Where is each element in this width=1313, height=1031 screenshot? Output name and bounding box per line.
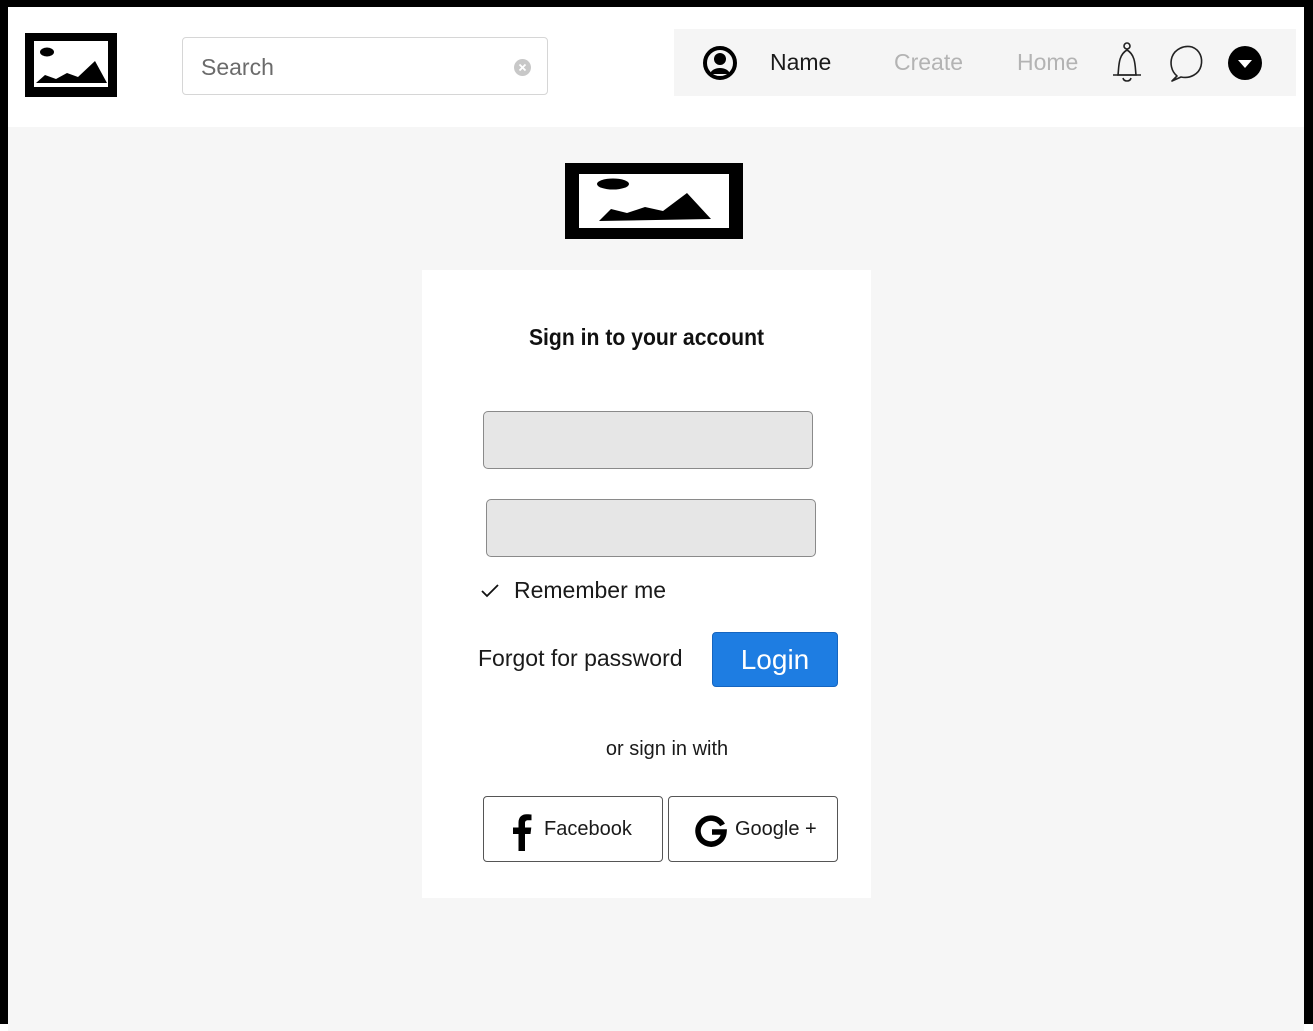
nav-link-name[interactable]: Name bbox=[770, 48, 831, 76]
top-navigation-bar: Name Create Home bbox=[8, 7, 1304, 127]
nav-link-home[interactable]: Home bbox=[1017, 48, 1078, 76]
image-placeholder-icon bbox=[565, 163, 743, 239]
main-content: Sign in to your account Remember me Forg… bbox=[8, 127, 1304, 1031]
nav-link-create[interactable]: Create bbox=[894, 48, 963, 76]
search-box bbox=[182, 37, 548, 95]
search-input[interactable] bbox=[199, 46, 503, 88]
nav-panel: Name Create Home bbox=[674, 29, 1296, 96]
image-placeholder-icon[interactable] bbox=[25, 33, 117, 97]
google-icon bbox=[695, 815, 727, 847]
or-sign-in-label: or sign in with bbox=[605, 738, 729, 760]
app-window: Name Create Home Sign bbox=[0, 0, 1313, 1031]
password-field[interactable] bbox=[486, 499, 816, 557]
chat-bubble-icon[interactable] bbox=[1168, 43, 1204, 83]
dropdown-circle-icon[interactable] bbox=[1227, 45, 1263, 81]
card-title: Sign in to your account bbox=[528, 324, 765, 350]
user-circle-icon[interactable] bbox=[702, 45, 738, 81]
forgot-password-link[interactable]: Forgot for password bbox=[478, 643, 683, 673]
facebook-login-button[interactable]: Facebook bbox=[483, 796, 663, 862]
login-button[interactable]: Login bbox=[712, 632, 838, 687]
clear-circle-icon[interactable] bbox=[514, 59, 531, 76]
facebook-label: Facebook bbox=[544, 818, 632, 840]
bell-icon[interactable] bbox=[1110, 41, 1144, 85]
checkmark-icon bbox=[481, 584, 499, 598]
username-field[interactable] bbox=[483, 411, 813, 469]
remember-me-label: Remember me bbox=[514, 577, 667, 603]
login-card: Sign in to your account Remember me Forg… bbox=[422, 270, 871, 898]
google-login-button[interactable]: Google + bbox=[668, 796, 838, 862]
google-label: Google + bbox=[735, 818, 817, 840]
facebook-icon bbox=[513, 814, 532, 851]
